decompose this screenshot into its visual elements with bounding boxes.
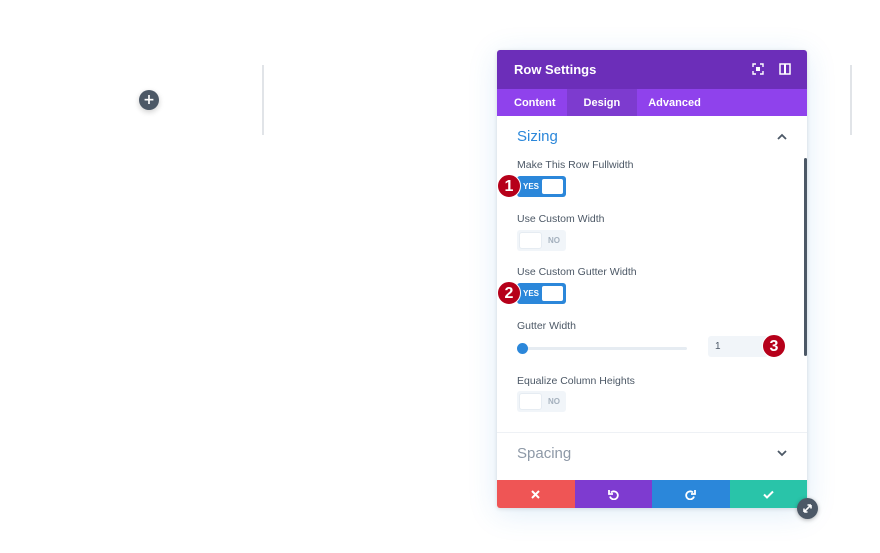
settings-body: Sizing Make This Row Fullwidth YES Use C… [497,116,807,480]
modal-title: Row Settings [514,62,597,77]
resize-handle[interactable] [797,498,818,519]
fullwidth-toggle[interactable]: YES [517,176,566,197]
column-divider [850,65,852,135]
field-label: Use Custom Gutter Width [517,266,637,278]
add-module-button[interactable]: + [139,90,159,110]
gutter-width-input[interactable] [708,336,768,357]
close-icon [531,489,540,499]
scrollbar[interactable] [804,158,807,356]
field-label: Use Custom Width [517,213,605,225]
gutter-width-slider-track[interactable] [522,347,687,350]
gutter-width-slider-handle[interactable] [517,343,528,354]
toggle-state: YES [523,182,540,191]
section-title: Sizing [517,128,558,145]
modal-footer [497,480,807,508]
modal-header[interactable]: Row Settings [497,50,807,89]
save-button[interactable] [729,480,807,508]
row-settings-modal: Row Settings Content Design Advanced Siz… [497,50,807,508]
chevron-up-icon [777,132,787,142]
redo-button[interactable] [652,480,730,508]
custom-gutter-toggle[interactable]: YES [517,283,566,304]
custom-width-toggle[interactable]: NO [517,230,566,251]
toggle-state: NO [548,397,560,406]
undo-button[interactable] [574,480,652,508]
field-label: Make This Row Fullwidth [517,159,634,171]
annotation-badge: 1 [497,174,521,198]
toggle-knob [542,179,563,194]
toggle-knob [520,394,541,409]
cancel-button[interactable] [497,480,575,508]
field-label: Equalize Column Heights [517,375,635,387]
section-divider [497,432,807,433]
fullscreen-icon[interactable] [751,62,765,76]
equalize-heights-toggle[interactable]: NO [517,391,566,412]
redo-icon [685,489,697,500]
toggle-knob [520,233,541,248]
toggle-state: YES [523,289,540,298]
annotation-badge: 2 [497,281,521,305]
toggle-knob [542,286,563,301]
section-sizing-toggle[interactable]: Sizing [517,128,787,145]
chevron-down-icon [777,449,787,459]
check-icon [763,490,774,499]
settings-tabs: Content Design Advanced [497,89,807,116]
field-label: Gutter Width [517,320,576,332]
resize-icon [803,504,812,513]
plus-icon: + [143,92,155,108]
section-title: Spacing [517,445,572,462]
toggle-state: NO [548,236,560,245]
annotation-badge: 3 [762,334,786,358]
tab-advanced[interactable]: Advanced [637,89,712,116]
undo-icon [607,489,619,500]
tab-content[interactable]: Content [503,89,567,116]
section-spacing-toggle[interactable]: Spacing [517,445,787,462]
tab-design[interactable]: Design [566,89,638,116]
column-divider [262,65,264,135]
sidebar-toggle-icon[interactable] [778,62,792,76]
